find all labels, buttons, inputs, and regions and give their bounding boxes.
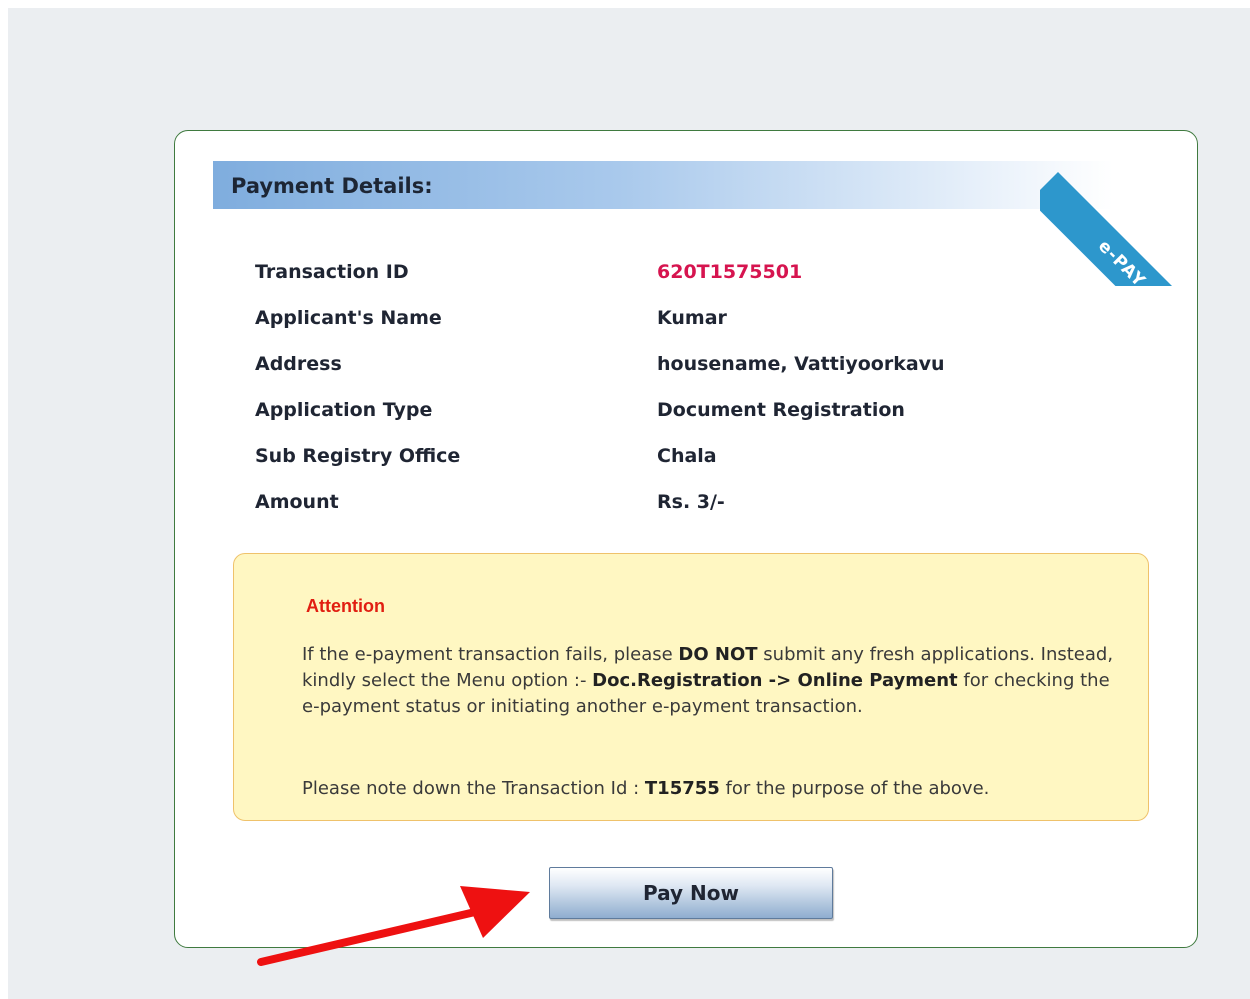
payment-details-table: Transaction ID 620T1575501 Applicant's N…: [255, 261, 1135, 537]
payment-details-header: Payment Details:: [213, 161, 1113, 209]
epay-ribbon-label: e-PAY: [1040, 172, 1204, 286]
address-label: Address: [255, 353, 342, 375]
address-value: housename, Vattiyoorkavu: [657, 353, 945, 375]
note-text: Please note down the Transaction Id :: [302, 778, 645, 799]
applicant-name-label: Applicant's Name: [255, 307, 442, 329]
detail-row-address: Address housename, Vattiyoorkavu: [255, 353, 1135, 399]
menu-path: Doc.Registration -> Online Payment: [592, 670, 958, 691]
amount-value: Rs. 3/-: [657, 491, 725, 513]
transaction-id-label: Transaction ID: [255, 261, 409, 283]
transaction-note: Please note down the Transaction Id : T1…: [302, 776, 1142, 802]
attention-text: If the e-payment transaction fails, plea…: [302, 644, 679, 665]
red-arrow-icon: [257, 886, 530, 966]
detail-row-transaction-id: Transaction ID 620T1575501: [255, 261, 1135, 307]
detail-row-applicant-name: Applicant's Name Kumar: [255, 307, 1135, 353]
attention-notice: Attention If the e-payment transaction f…: [233, 553, 1149, 821]
note-transaction-id: T15755: [644, 778, 720, 799]
sub-registry-office-label: Sub Registry Office: [255, 445, 461, 467]
payment-details-title: Payment Details:: [231, 174, 433, 198]
application-type-value: Document Registration: [657, 399, 905, 421]
applicant-name-value: Kumar: [657, 307, 727, 329]
transaction-id-value: 620T1575501: [657, 261, 803, 283]
pay-now-button[interactable]: Pay Now: [549, 867, 833, 919]
amount-label: Amount: [255, 491, 339, 513]
note-text: for the purpose of the above.: [719, 778, 990, 799]
attention-message: If the e-payment transaction fails, plea…: [302, 642, 1122, 720]
detail-row-sub-registry-office: Sub Registry Office Chala: [255, 445, 1135, 491]
detail-row-application-type: Application Type Document Registration: [255, 399, 1135, 445]
detail-row-amount: Amount Rs. 3/-: [255, 491, 1135, 537]
epay-ribbon: e-PAY: [1040, 124, 1204, 286]
attention-title: Attention: [306, 596, 385, 616]
application-type-label: Application Type: [255, 399, 433, 421]
sub-registry-office-value: Chala: [657, 445, 717, 467]
attention-emphasis: DO NOT: [678, 644, 758, 665]
